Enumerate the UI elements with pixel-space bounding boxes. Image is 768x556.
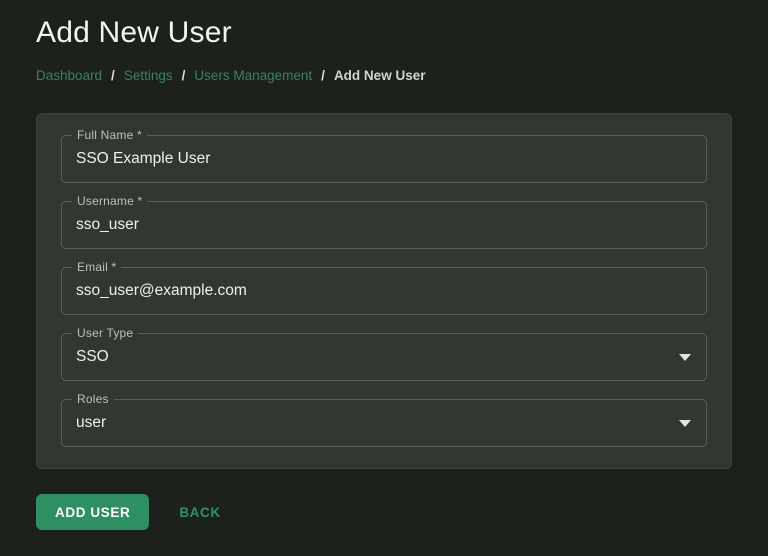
- email-input[interactable]: [62, 268, 706, 314]
- username-field-wrapper: Username *: [61, 194, 707, 249]
- full-name-label: Full Name *: [72, 128, 147, 143]
- add-new-user-page: Add New User Dashboard / Settings / User…: [0, 0, 768, 530]
- page-title: Add New User: [36, 16, 232, 49]
- breadcrumb-separator: /: [111, 68, 115, 83]
- breadcrumb-separator: /: [181, 68, 186, 83]
- chevron-down-icon: [679, 353, 691, 361]
- user-type-label: User Type: [72, 326, 139, 341]
- breadcrumb-link-users-management[interactable]: Users Management: [194, 68, 312, 84]
- user-type-select[interactable]: User Type SSO: [61, 326, 707, 381]
- form-actions: ADD USER BACK: [36, 494, 732, 530]
- back-button[interactable]: BACK: [173, 504, 226, 521]
- breadcrumb: Dashboard / Settings / Users Management …: [36, 68, 732, 84]
- breadcrumb-separator: /: [321, 68, 325, 83]
- user-type-selected-value: SSO: [76, 348, 109, 365]
- add-user-form-card: Full Name * Username * Email * User Type…: [36, 113, 732, 469]
- email-field-wrapper: Email *: [61, 260, 707, 315]
- roles-select[interactable]: Roles user: [61, 392, 707, 447]
- roles-selected-value: user: [76, 414, 107, 431]
- email-label: Email *: [72, 260, 122, 275]
- breadcrumb-link-dashboard[interactable]: Dashboard: [36, 68, 102, 84]
- breadcrumb-current-add-new-user: Add New User: [333, 68, 426, 83]
- username-input[interactable]: [62, 202, 706, 248]
- full-name-field-wrapper: Full Name *: [61, 128, 707, 183]
- roles-label: Roles: [72, 392, 114, 407]
- breadcrumb-link-settings[interactable]: Settings: [124, 68, 173, 84]
- add-user-button[interactable]: ADD USER: [36, 494, 150, 530]
- username-label: Username *: [72, 194, 148, 209]
- chevron-down-icon: [679, 419, 691, 427]
- full-name-input[interactable]: [62, 136, 706, 182]
